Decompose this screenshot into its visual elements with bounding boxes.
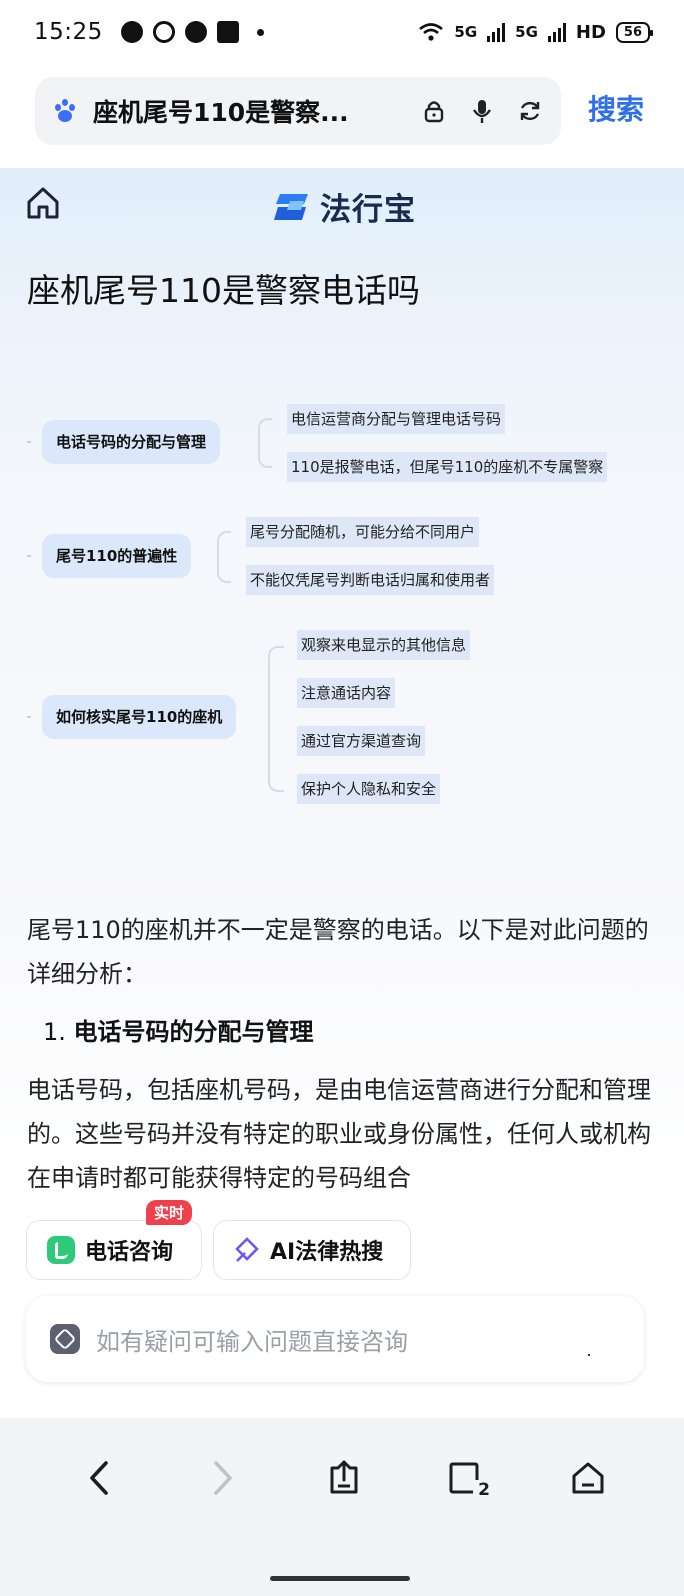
dot-icon (256, 28, 264, 36)
ask-input[interactable]: 如有疑问可输入问题直接咨询 (26, 1296, 644, 1382)
home-nav-icon[interactable] (566, 1456, 610, 1500)
ai-hot-search-button[interactable]: AI法律热搜 (213, 1220, 411, 1280)
search-row: 座机尾号110是警察... 搜索 (0, 72, 684, 152)
mm-bracket (258, 418, 272, 468)
section-body: 电话号码，包括座机号码，是由电信运营商进行分配和管理的。这些号码并没有特定的职业… (27, 1076, 651, 1192)
page-content: 法行宝 座机尾号110是警察电话吗 电话号码的分配与管理 电信运营商分配与管理电… (0, 168, 684, 1198)
mm-bracket (217, 531, 231, 583)
mm-bracket (268, 646, 284, 792)
network-label: 5G (515, 23, 538, 41)
browser-navbar: 2 (0, 1418, 684, 1538)
lock-icon[interactable] (421, 98, 447, 124)
action-panel: 电话咨询 实时 AI法律热搜 如有疑问可输入问题直接咨询 (0, 1198, 684, 1418)
phone-consult-button[interactable]: 电话咨询 (26, 1220, 202, 1280)
microphone-icon[interactable] (469, 98, 495, 124)
app-icon (152, 21, 175, 43)
battery-indicator: 56 (615, 21, 654, 43)
mindmap-leaf: 110是报警电话，但尾号110的座机不专属警察 (287, 452, 608, 482)
chat-bubble-icon (120, 21, 143, 43)
status-time: 15:25 (34, 19, 103, 45)
ai-search-icon (235, 1237, 259, 1262)
network-label: 5G (454, 23, 478, 41)
home-indicator[interactable] (270, 1576, 410, 1581)
page-header: 法行宝 (0, 168, 684, 240)
section-number: 1. (43, 1018, 66, 1046)
forward-icon[interactable] (200, 1456, 244, 1500)
dot-icon (588, 1354, 590, 1356)
phone-consult-label: 电话咨询 (85, 1240, 174, 1265)
wifi-icon (419, 23, 444, 41)
tabs-icon[interactable]: 2 (444, 1456, 490, 1500)
status-bar: 15:25 5G 5G HD 56 (0, 0, 684, 64)
gesture-area (0, 1538, 684, 1596)
mm-connector (27, 555, 31, 557)
baidu-paw-icon (53, 99, 77, 123)
mindmap-leaf: 尾号分配随机，可能分给不同用户 (246, 517, 480, 547)
hd-label: HD (575, 21, 606, 43)
mind-map: 电话号码的分配与管理 电信运营商分配与管理电话号码 110是报警电话，但尾号11… (0, 398, 684, 818)
tab-count: 2 (478, 1480, 490, 1500)
mindmap-node: 如何核实尾号110的座机 (42, 695, 237, 739)
search-input[interactable]: 座机尾号110是警察... (35, 77, 561, 145)
media-icon (216, 21, 239, 43)
section-heading: 1. 电话号码的分配与管理 (43, 1010, 657, 1054)
mindmap-leaf: 观察来电显示的其他信息 (297, 630, 471, 660)
phone-icon (47, 1236, 75, 1264)
message-icon (184, 21, 207, 43)
mindmap-leaf: 注意通话内容 (297, 678, 396, 708)
back-icon[interactable] (78, 1456, 122, 1500)
logo-mark-icon (274, 193, 308, 220)
page-title: 座机尾号110是警察电话吗 (27, 271, 420, 310)
search-button[interactable]: 搜索 (588, 88, 644, 128)
signal-icon (547, 22, 566, 42)
mindmap-node: 尾号110的普遍性 (42, 534, 192, 578)
share-icon[interactable] (322, 1456, 366, 1500)
mm-connector (27, 441, 31, 443)
refresh-icon[interactable] (517, 98, 543, 124)
article-body: 尾号110的座机并不一定是警察的电话。以下是对此问题的详细分析： 1. 电话号码… (27, 908, 657, 1198)
mindmap-leaf: 通过官方渠道查询 (297, 726, 426, 756)
article-intro: 尾号110的座机并不一定是警察的电话。以下是对此问题的详细分析： (27, 916, 649, 988)
system-status: 5G 5G HD 56 (418, 21, 654, 43)
logo-text: 法行宝 (320, 192, 416, 228)
site-logo: 法行宝 (274, 184, 416, 229)
ask-placeholder: 如有疑问可输入问题直接咨询 (96, 1327, 408, 1356)
mindmap-leaf: 电信运营商分配与管理电话号码 (287, 404, 506, 434)
section-title: 电话号码的分配与管理 (73, 1018, 314, 1046)
ai-hot-search-label: AI法律热搜 (270, 1240, 384, 1265)
mindmap-node: 电话号码的分配与管理 (42, 420, 221, 464)
home-icon[interactable] (26, 186, 60, 220)
mindmap-leaf: 保护个人隐私和安全 (297, 774, 441, 804)
mm-connector (27, 716, 31, 718)
notification-icons (120, 21, 264, 43)
chat-input-icon (50, 1324, 80, 1354)
mindmap-leaf: 不能仅凭尾号判断电话归属和使用者 (246, 565, 495, 595)
realtime-badge: 实时 (146, 1200, 193, 1225)
search-query: 座机尾号110是警察... (93, 98, 349, 127)
signal-icon (487, 22, 506, 42)
